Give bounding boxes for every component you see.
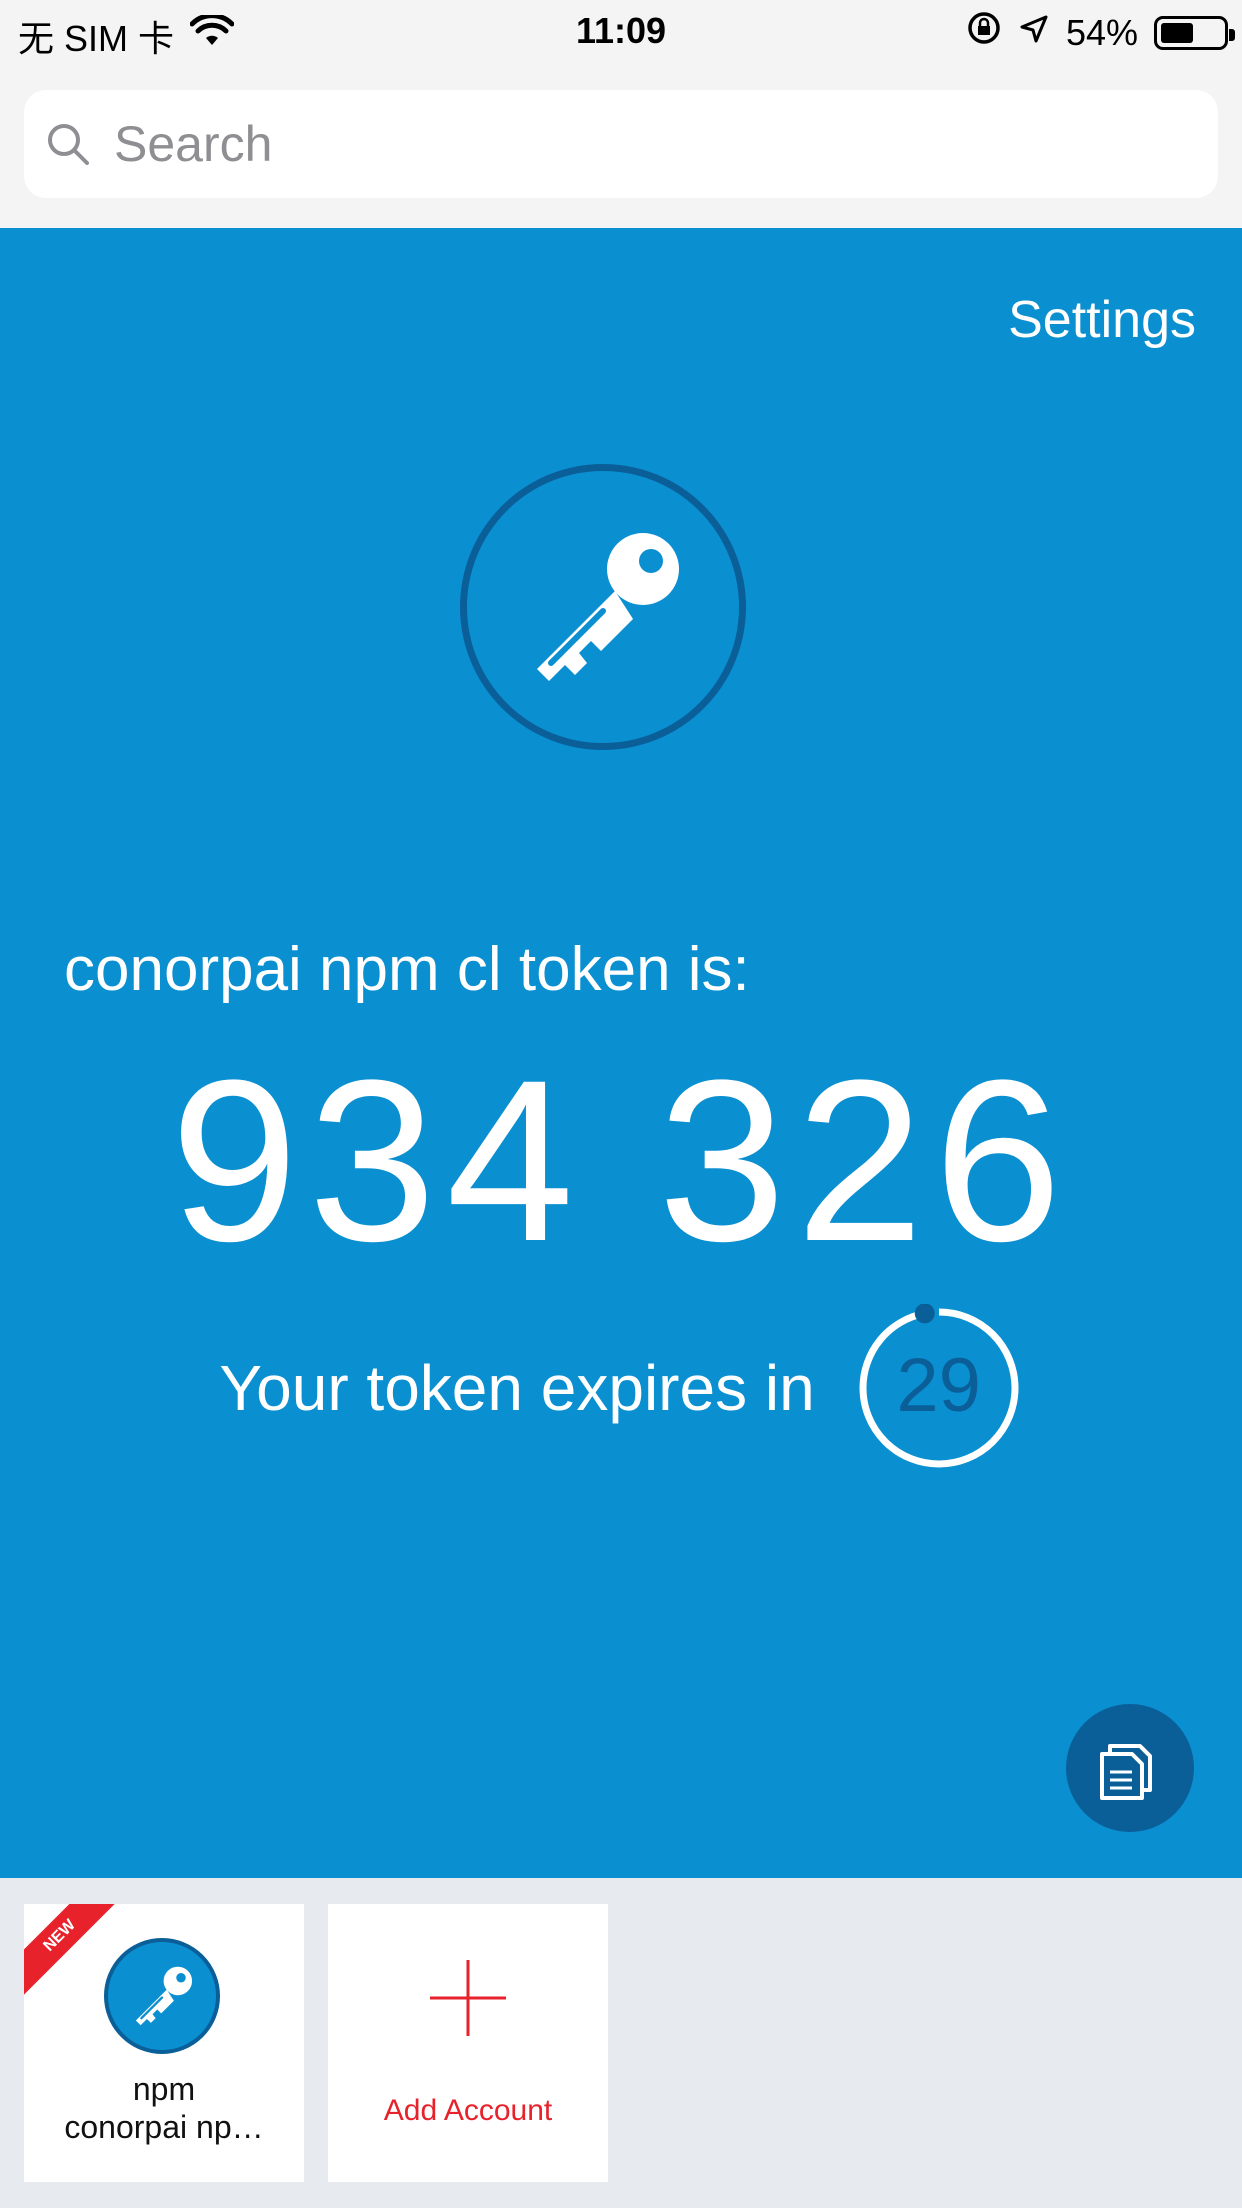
account-key-badge [460,464,746,750]
countdown-seconds: 29 [896,1343,981,1428]
rotation-lock-icon [966,10,1002,55]
account-subtitle: conorpai np… [64,2109,264,2145]
plus-icon [430,1960,506,2036]
accounts-grid: NEW npm conorpai np… Add Account [0,1878,1242,2208]
status-right: 54% [966,10,1235,55]
battery-fill [1161,22,1193,43]
search-box[interactable] [24,90,1218,198]
token-expiry-row: Your token expires in 29 [0,1304,1242,1472]
search-bar-container [0,62,1242,228]
battery-percent: 54% [1065,11,1138,53]
key-icon [135,1966,193,2026]
countdown-timer: 29 [855,1304,1023,1472]
battery-icon [1154,15,1235,50]
token-label: conorpai npm cl token is: [64,935,750,1004]
token-panel: Settings conorpai npm cl token is: 934 3… [0,228,1242,1878]
copy-icon [1100,1744,1152,1800]
account-avatar [104,1938,220,2054]
copy-token-button[interactable] [1066,1704,1194,1832]
status-bar: 无 SIM 卡 11:09 54% [0,0,1242,62]
expires-text: Your token expires in [219,1352,815,1424]
search-icon [44,120,92,168]
token-code[interactable]: 934 326 [0,1028,1242,1293]
battery-cap [1229,28,1235,41]
settings-button[interactable]: Settings [1008,290,1196,350]
search-input[interactable] [114,115,1114,173]
account-name: npm [132,2071,196,2107]
key-icon [537,533,679,681]
location-icon [1018,12,1050,54]
countdown-indicator-dot [914,1304,935,1324]
account-card-npm[interactable]: NEW npm conorpai np… [24,1904,304,2182]
add-account-button[interactable]: Add Account [328,1904,608,2182]
add-account-label: Add Account [383,2094,553,2127]
